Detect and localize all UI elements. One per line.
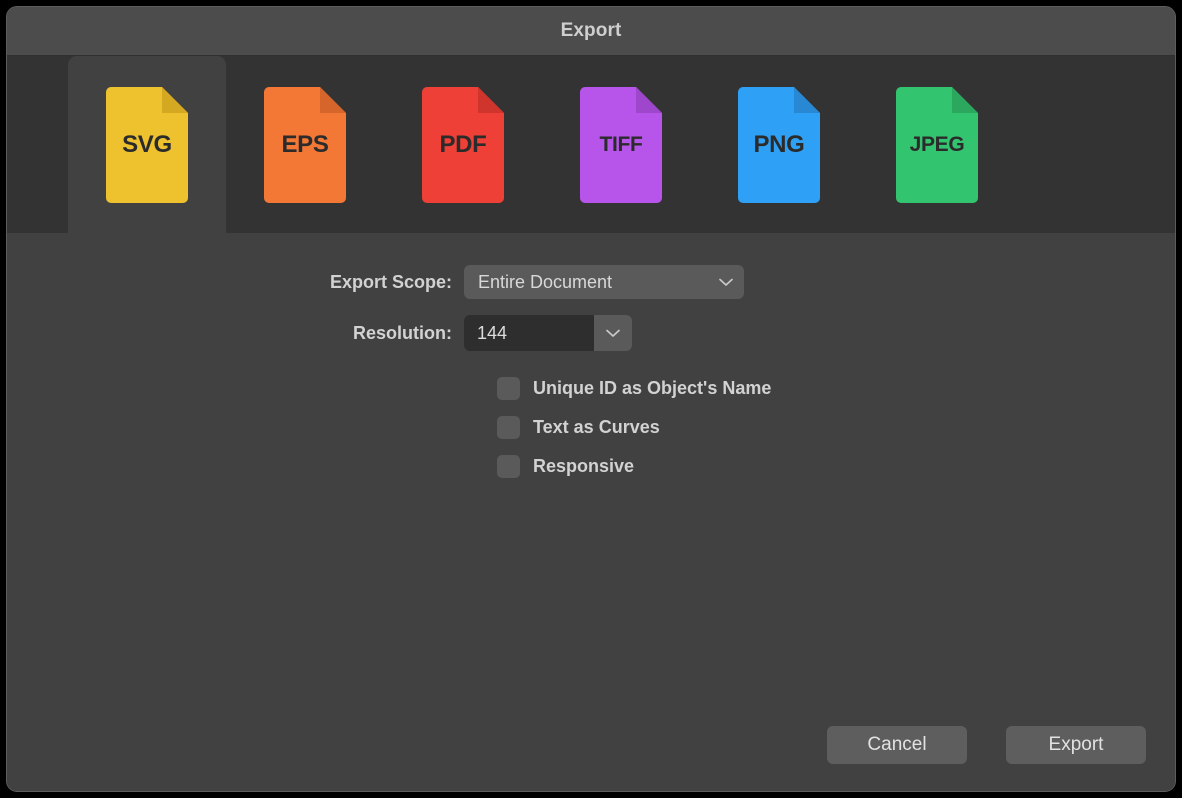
format-tab-jpeg[interactable]: JPEG <box>858 56 1016 233</box>
options-checkbox-list: Unique ID as Object's Name Text as Curves… <box>7 377 1175 478</box>
checkbox-label: Text as Curves <box>533 417 660 437</box>
checkbox-input[interactable] <box>497 455 520 478</box>
pdf-file-icon: PDF <box>422 86 504 203</box>
export-scope-value: Entire Document <box>478 271 613 292</box>
dialog-button-bar: Cancel Export <box>827 726 1146 764</box>
checkbox-row[interactable]: Unique ID as Object's Name <box>497 377 1175 400</box>
checkbox-label: Responsive <box>533 456 635 476</box>
chevron-down-icon <box>718 277 734 287</box>
resolution-label: Resolution: <box>353 322 452 343</box>
cancel-button[interactable]: Cancel <box>827 726 967 764</box>
format-tab-strip: SVG EPS PDF TIFF PNG JPEG <box>7 56 1175 233</box>
png-file-icon: PNG <box>738 86 820 203</box>
tiff-file-icon: TIFF <box>580 86 662 203</box>
format-tab-pdf[interactable]: PDF <box>384 56 542 233</box>
format-tab-svg[interactable]: SVG <box>68 56 226 233</box>
eps-file-icon: EPS <box>264 86 346 203</box>
checkbox-input[interactable] <box>497 377 520 400</box>
export-scope-row: Export Scope: Entire Document <box>7 265 1175 299</box>
export-dialog-window: Export SVG EPS PDF TIFF PNG JPEG Export Scope… <box>6 6 1176 792</box>
export-scope-select[interactable]: Entire Document <box>464 265 744 299</box>
dialog-title: Export <box>560 20 622 41</box>
resolution-combo: 144 <box>464 315 632 351</box>
checkbox-row[interactable]: Responsive <box>497 455 1175 478</box>
checkbox-input[interactable] <box>497 416 520 439</box>
format-tab-eps[interactable]: EPS <box>226 56 384 233</box>
jpeg-file-icon: JPEG <box>896 86 978 203</box>
export-scope-label: Export Scope: <box>329 271 452 292</box>
format-tab-png[interactable]: PNG <box>700 56 858 233</box>
export-button[interactable]: Export <box>1006 726 1146 764</box>
dialog-content: Export Scope: Entire Document Resolution… <box>7 233 1175 791</box>
svg-file-icon: SVG <box>106 86 188 203</box>
checkbox-row[interactable]: Text as Curves <box>497 416 1175 439</box>
resolution-input[interactable]: 144 <box>464 315 594 351</box>
format-tab-tiff[interactable]: TIFF <box>542 56 700 233</box>
resolution-dropdown-button[interactable] <box>594 315 632 351</box>
resolution-row: Resolution: 144 <box>7 315 1175 351</box>
title-bar: Export <box>7 7 1175 56</box>
checkbox-label: Unique ID as Object's Name <box>533 378 772 398</box>
chevron-down-icon <box>605 328 621 338</box>
